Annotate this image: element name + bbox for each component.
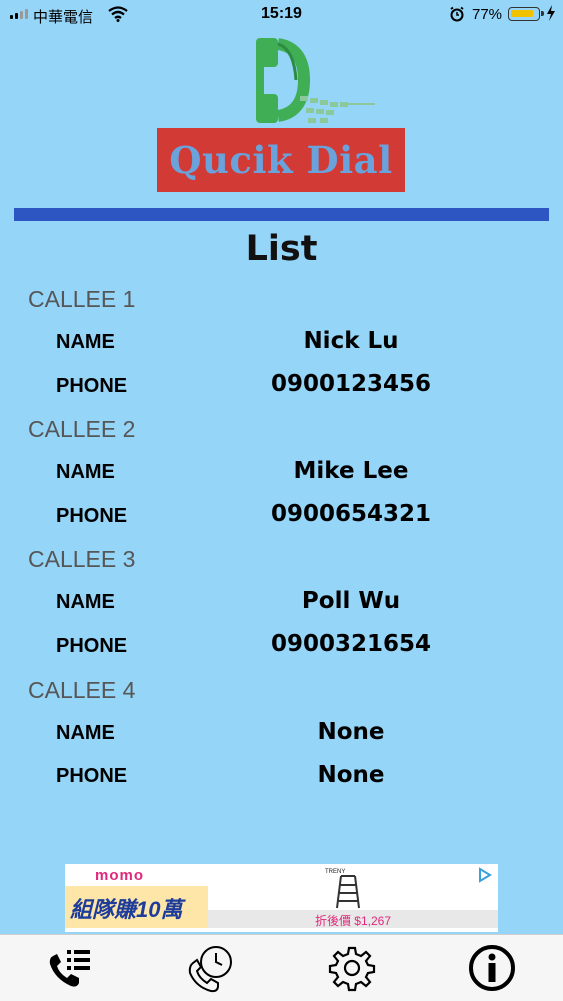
ad-promo-text: 組隊賺10萬 xyxy=(70,897,183,922)
phone-clock-icon xyxy=(188,946,232,993)
list-title: List xyxy=(245,229,318,269)
callee-2-phone[interactable]: 0900654321 xyxy=(220,501,482,527)
phone-list-icon xyxy=(49,950,90,987)
header-divider xyxy=(14,208,549,221)
ad-price: 折後價 $1,267 xyxy=(314,914,392,928)
tab-settings[interactable] xyxy=(282,935,422,1001)
ad-choices-icon[interactable] xyxy=(477,867,493,883)
callee-3-phone[interactable]: 0900321654 xyxy=(220,631,482,657)
app-title: Qucik Dial xyxy=(169,138,393,182)
callee-1-phone[interactable]: 0900123456 xyxy=(220,371,482,397)
ad-promo-box: 組隊賺10萬 xyxy=(65,886,208,928)
info-icon xyxy=(469,945,515,991)
callee-2-title: CALLEE 2 xyxy=(28,416,136,442)
callee-4-name[interactable]: None xyxy=(220,719,482,745)
status-bar: 中華電信 15:19 77% xyxy=(0,0,563,30)
charging-bolt-icon xyxy=(547,5,555,21)
gear-icon xyxy=(328,946,376,992)
tab-bar xyxy=(0,934,563,1001)
callee-3-name-label: NAME xyxy=(56,591,115,613)
ladder-image xyxy=(336,875,360,909)
callee-4-name-label: NAME xyxy=(56,722,115,744)
tab-info[interactable] xyxy=(422,935,562,1001)
callee-3-title: CALLEE 3 xyxy=(28,546,136,572)
callee-2-name[interactable]: Mike Lee xyxy=(220,458,482,484)
callee-1-phone-label: PHONE xyxy=(56,375,128,397)
tab-list[interactable] xyxy=(2,935,142,1001)
app-title-banner: Qucik Dial xyxy=(157,128,405,192)
callee-2-phone-label: PHONE xyxy=(56,505,128,527)
alarm-icon xyxy=(450,6,464,22)
ad-banner[interactable]: momo 組隊賺10萬 TRENY 折後價 $1,267 xyxy=(65,864,498,932)
ad-price-bar: 折後價 $1,267 xyxy=(208,910,498,928)
callee-1-name-label: NAME xyxy=(56,331,115,353)
app-logo-icon xyxy=(256,38,375,123)
tab-history[interactable] xyxy=(142,935,282,1001)
callee-4-phone[interactable]: None xyxy=(220,762,482,788)
callee-1-title: CALLEE 1 xyxy=(28,286,136,312)
ad-logo: momo xyxy=(95,867,144,884)
callee-4-phone-label: PHONE xyxy=(56,765,128,787)
callee-4-title: CALLEE 4 xyxy=(28,677,136,703)
callee-1-name[interactable]: Nick Lu xyxy=(220,328,482,354)
callee-2-name-label: NAME xyxy=(56,461,115,483)
callee-3-name[interactable]: Poll Wu xyxy=(220,588,482,614)
battery-percent: 77% xyxy=(472,6,503,23)
callee-3-phone-label: PHONE xyxy=(56,635,128,657)
battery-icon xyxy=(508,7,544,21)
